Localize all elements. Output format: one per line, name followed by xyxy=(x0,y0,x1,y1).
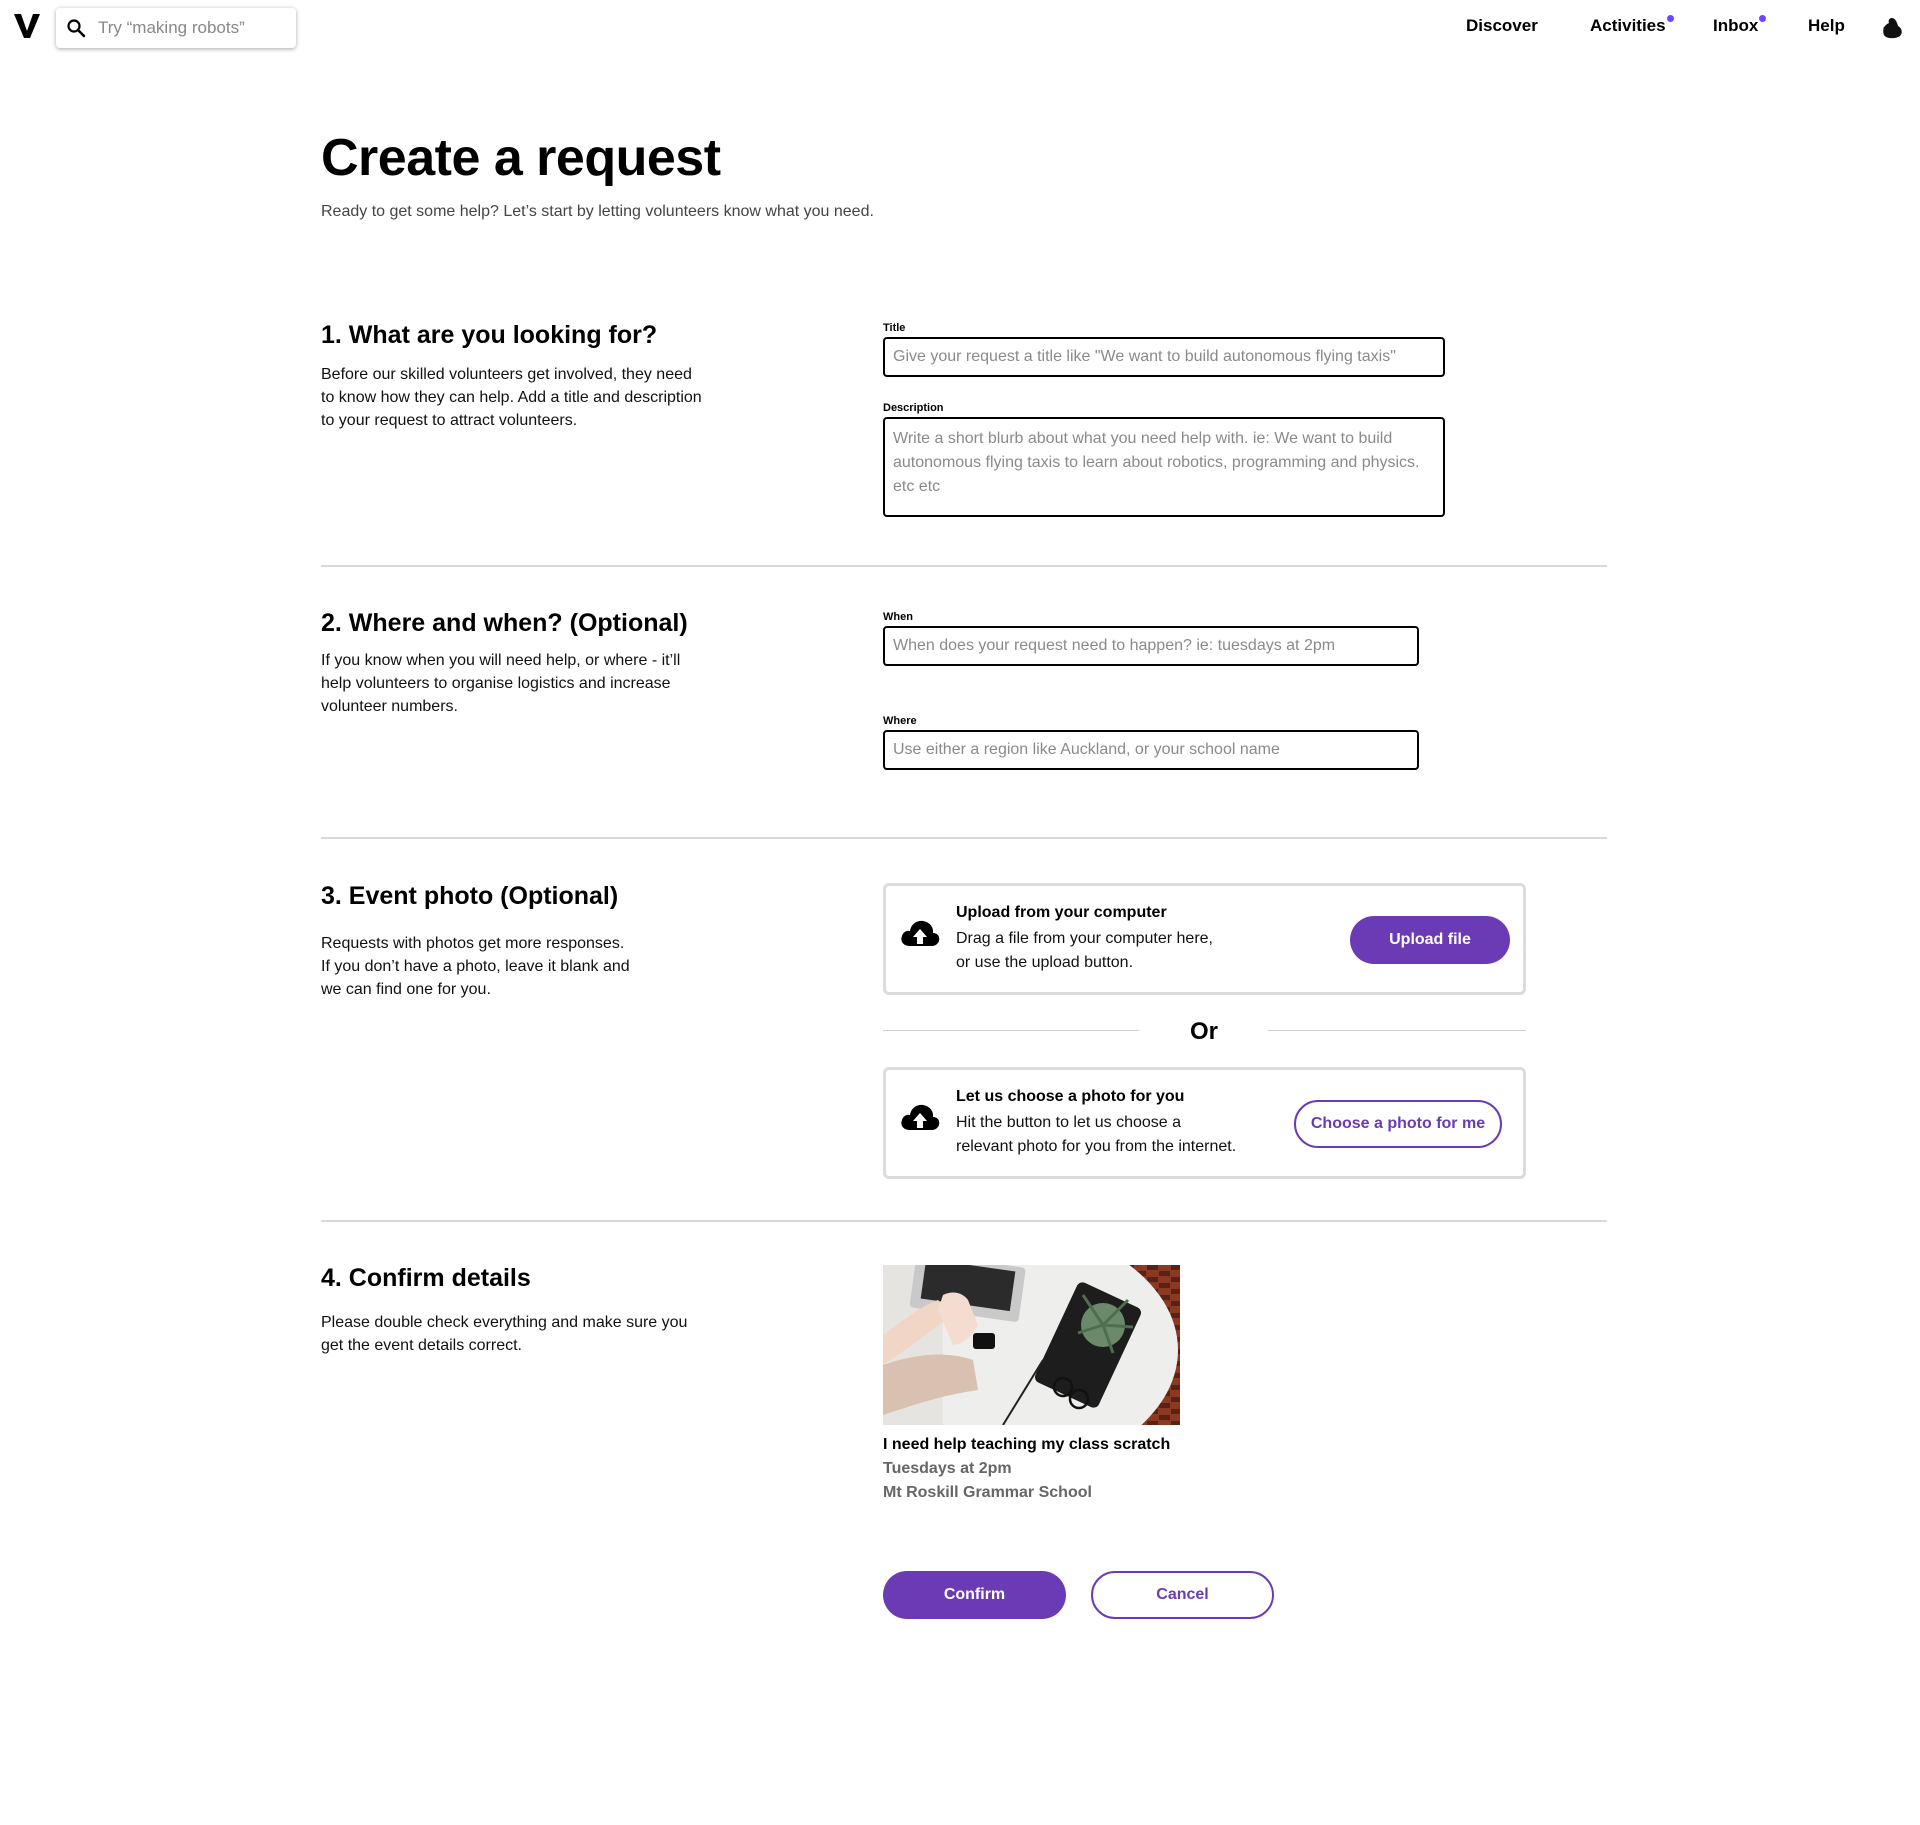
when-input[interactable] xyxy=(883,626,1419,666)
description-line: If you know when you will need help, or … xyxy=(321,652,681,669)
description-line: to your request to attract volunteers. xyxy=(321,412,578,429)
section-divider xyxy=(321,837,1607,839)
cloud-upload-icon xyxy=(901,1104,940,1130)
description-line: help volunteers to organise logistics an… xyxy=(321,675,671,692)
section-title: 1. What are you looking for? xyxy=(321,321,658,349)
nav-activities[interactable]: Activities xyxy=(1590,15,1674,36)
nav-discover[interactable]: Discover xyxy=(1466,16,1538,36)
confirm-button[interactable]: Confirm xyxy=(883,1571,1066,1619)
nav-help[interactable]: Help xyxy=(1808,16,1845,36)
title-label: Title xyxy=(883,322,906,334)
or-label: Or xyxy=(1190,1018,1219,1045)
notification-dot xyxy=(1759,15,1767,22)
preview-where: Mt Roskill Grammar School xyxy=(883,1484,1092,1501)
section-description: Requests with photos get more responses.… xyxy=(321,932,630,1001)
search-box[interactable] xyxy=(56,8,296,48)
section-description: Before our skilled volunteers get involv… xyxy=(321,363,702,432)
card-text-line: or use the upload button. xyxy=(956,954,1134,971)
or-divider-right xyxy=(1268,1030,1526,1031)
preview-when: Tuesdays at 2pm xyxy=(883,1460,1012,1477)
where-label: Where xyxy=(883,715,917,727)
nav-activities-label: Activities xyxy=(1590,16,1666,35)
card-text-line: Hit the button to let us choose a xyxy=(956,1114,1182,1131)
section-title: 3. Event photo (Optional) xyxy=(321,882,619,910)
or-divider-left xyxy=(883,1030,1139,1031)
when-label: When xyxy=(883,611,913,623)
search-icon xyxy=(67,19,86,38)
choose-photo-button[interactable]: Choose a photo for me xyxy=(1294,1100,1502,1148)
description-line: we can find one for you. xyxy=(321,981,491,998)
preview-title: I need help teaching my class scratch xyxy=(883,1436,1171,1453)
description-line: to know how they can help. Add a title a… xyxy=(321,389,702,406)
section-description: Please double check everything and make … xyxy=(321,1311,687,1357)
nav-inbox-label: Inbox xyxy=(1713,16,1759,35)
description-line: get the event details correct. xyxy=(321,1337,522,1354)
event-photo-image xyxy=(883,1265,1180,1425)
nav-inbox[interactable]: Inbox xyxy=(1713,15,1767,36)
section-description: If you know when you will need help, or … xyxy=(321,649,680,718)
choose-card-title: Let us choose a photo for you xyxy=(956,1088,1185,1105)
description-textarea[interactable] xyxy=(883,417,1445,517)
section-divider xyxy=(321,565,1607,567)
upload-card-text: Drag a file from your computer here, or … xyxy=(956,927,1213,975)
where-input[interactable] xyxy=(883,730,1419,770)
choose-card-text: Hit the button to let us choose a releva… xyxy=(956,1111,1236,1159)
section-title: 4. Confirm details xyxy=(321,1264,531,1292)
card-text-line: relevant photo for you from the internet… xyxy=(956,1138,1237,1155)
upload-card-title: Upload from your computer xyxy=(956,904,1167,921)
choose-photo-card[interactable]: Let us choose a photo for you Hit the bu… xyxy=(883,1067,1526,1179)
description-line: Requests with photos get more responses. xyxy=(321,935,625,952)
section-divider xyxy=(321,1220,1607,1222)
description-label: Description xyxy=(883,402,944,414)
cloud-upload-icon xyxy=(901,920,940,946)
card-text-line: Drag a file from your computer here, xyxy=(956,930,1213,947)
description-line: If you don’t have a photo, leave it blan… xyxy=(321,958,630,975)
cancel-button[interactable]: Cancel xyxy=(1091,1571,1274,1619)
page-subtitle: Ready to get some help? Let’s start by l… xyxy=(321,203,874,220)
page-title: Create a request xyxy=(321,129,721,187)
avatar[interactable] xyxy=(1880,16,1904,40)
section-title: 2. Where and when? (Optional) xyxy=(321,609,688,637)
upload-file-button[interactable]: Upload file xyxy=(1350,916,1510,964)
title-input[interactable] xyxy=(883,337,1445,377)
description-line: Before our skilled volunteers get involv… xyxy=(321,366,692,383)
notification-dot xyxy=(1666,15,1674,22)
top-navigation-bar: Discover Activities Inbox Help xyxy=(0,0,1920,56)
search-input[interactable] xyxy=(96,15,286,41)
description-line: volunteer numbers. xyxy=(321,698,458,715)
description-line: Please double check everything and make … xyxy=(321,1314,688,1331)
upload-card[interactable]: Upload from your computer Drag a file fr… xyxy=(883,883,1526,995)
logo-icon[interactable] xyxy=(14,12,40,40)
